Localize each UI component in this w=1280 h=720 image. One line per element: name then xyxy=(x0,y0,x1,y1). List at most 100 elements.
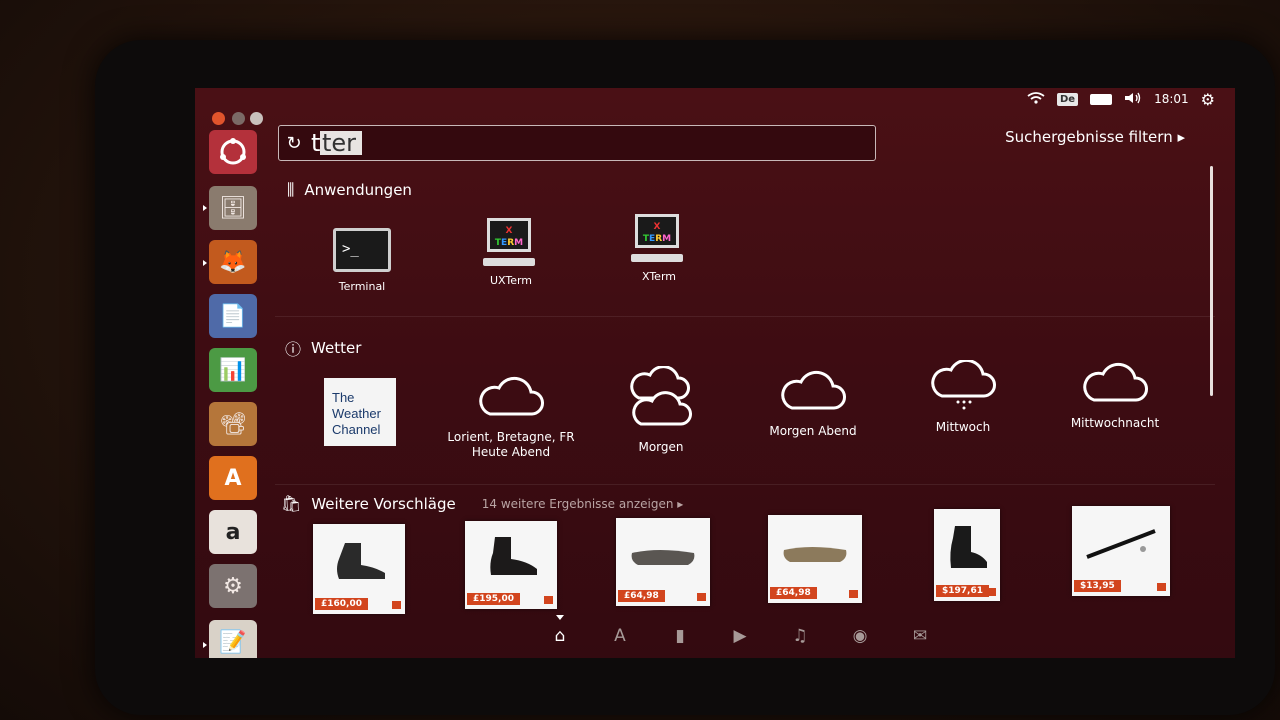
keyboard-layout-indicator[interactable]: De xyxy=(1056,92,1079,106)
search-box[interactable]: ↻ ter xyxy=(278,125,876,161)
price-tag: £64,98 xyxy=(618,590,665,602)
cloud-icon xyxy=(748,364,878,414)
screen: De 18:01 ⚙ 🗄 🦊 📄 📊 📽 A a ⚙ 📝 ↻ ter Suche… xyxy=(195,88,1235,658)
shoe-image xyxy=(313,524,405,598)
weather-label: Morgen Abend xyxy=(769,424,857,438)
app-result[interactable]: X TERM UXTerm xyxy=(456,218,566,287)
bag-icon xyxy=(849,590,858,598)
filter-results-button[interactable]: Suchergebnisse filtern ▸ xyxy=(1005,128,1185,146)
wifi-icon[interactable] xyxy=(1027,91,1045,107)
product-result[interactable]: £195,00 xyxy=(465,521,557,609)
amazon-launcher-icon[interactable]: a xyxy=(209,510,257,554)
bag-icon xyxy=(544,596,553,604)
more-results-link[interactable]: 14 weitere Ergebnisse anzeigen ▸ xyxy=(482,497,684,511)
app-result[interactable]: >_ Terminal xyxy=(307,228,417,293)
product-result[interactable]: £64,98 xyxy=(768,515,862,603)
window-minimize-button[interactable] xyxy=(232,112,245,125)
dash-home-button[interactable] xyxy=(209,130,257,174)
files-launcher-icon[interactable]: 🗄 xyxy=(209,186,257,230)
section-divider xyxy=(275,316,1215,317)
cloud-icon xyxy=(446,370,576,420)
section-header-applications[interactable]: ⫼ Anwendungen xyxy=(287,180,412,200)
clock[interactable]: 18:01 xyxy=(1154,92,1189,106)
applications-lens-icon[interactable]: A xyxy=(605,626,635,646)
bag-icon xyxy=(1157,583,1166,591)
bag-icon xyxy=(392,601,401,609)
weather-result[interactable]: Morgen xyxy=(596,366,726,455)
top-panel: De 18:01 ⚙ xyxy=(1027,88,1235,110)
battery-icon[interactable] xyxy=(1090,93,1113,105)
shoe-image xyxy=(934,509,1000,585)
running-indicator xyxy=(203,642,207,648)
gear-icon[interactable]: ⚙ xyxy=(1201,90,1215,109)
cloud-icon xyxy=(1050,356,1180,406)
product-result[interactable]: £64,98 xyxy=(616,518,710,606)
shoe-image xyxy=(465,521,557,593)
window-maximize-button[interactable] xyxy=(250,112,263,125)
section-header-weather[interactable]: ⓘ Wetter xyxy=(285,336,361,360)
lens-bar: ⌂ A ▮ ▶ ♫ ◉ ✉ xyxy=(545,618,945,654)
snow-cloud-icon xyxy=(898,360,1028,410)
software-center-launcher-icon[interactable]: A xyxy=(209,456,257,500)
settings-launcher-icon[interactable]: ⚙ xyxy=(209,564,257,608)
weather-label: Mittwochnacht xyxy=(1070,416,1160,430)
product-result[interactable]: $13,95 xyxy=(1072,506,1170,596)
price-tag: $13,95 xyxy=(1074,580,1121,592)
section-title: Weitere Vorschläge xyxy=(311,494,456,513)
weather-label: Morgen xyxy=(638,440,684,454)
photos-lens-icon[interactable]: ◉ xyxy=(845,626,875,646)
applications-icon: ⫼ xyxy=(287,180,295,199)
text-editor-launcher-icon[interactable]: 📝 xyxy=(209,620,257,658)
music-lens-icon[interactable]: ♫ xyxy=(785,626,815,646)
clouds-icon xyxy=(596,366,726,430)
weather-provider[interactable]: The Weather Channel xyxy=(295,378,425,456)
xterm-icon: X TERM xyxy=(483,218,539,266)
price-tag: £64,98 xyxy=(770,587,817,599)
bag-icon xyxy=(987,588,996,596)
weather-result[interactable]: Lorient, Bretagne, FR Heute Abend xyxy=(446,370,576,460)
running-indicator xyxy=(203,205,207,211)
price-tag: £160,00 xyxy=(315,598,368,610)
price-tag: $197,61 xyxy=(936,585,989,597)
app-label: Terminal xyxy=(338,280,386,293)
social-lens-icon[interactable]: ✉ xyxy=(905,626,935,646)
search-input[interactable] xyxy=(309,128,833,158)
impress-launcher-icon[interactable]: 📽 xyxy=(209,402,257,446)
app-label: UXTerm xyxy=(489,274,533,287)
shopping-bag-icon: 🛍 xyxy=(281,494,302,513)
window-close-button[interactable] xyxy=(212,112,225,125)
weather-result[interactable]: Mittwoch xyxy=(898,360,1028,435)
app-label: XTerm xyxy=(641,270,676,283)
calc-launcher-icon[interactable]: 📊 xyxy=(209,348,257,392)
firefox-launcher-icon[interactable]: 🦊 xyxy=(209,240,257,284)
home-lens-icon[interactable]: ⌂ xyxy=(545,626,575,646)
launcher: 🗄 🦊 📄 📊 📽 A a ⚙ 📝 xyxy=(203,130,263,658)
shoe-image xyxy=(616,518,710,590)
weather-sublabel: Heute Abend xyxy=(471,445,551,459)
search-spinner-icon: ↻ xyxy=(286,132,302,154)
weather-result[interactable]: Mittwochnacht xyxy=(1050,356,1180,431)
price-tag: £195,00 xyxy=(467,593,520,605)
running-indicator xyxy=(203,260,207,266)
files-lens-icon[interactable]: ▮ xyxy=(665,626,695,646)
app-result[interactable]: X TERM XTerm xyxy=(604,214,714,283)
product-result[interactable]: £160,00 xyxy=(313,524,405,614)
section-header-suggestions[interactable]: 🛍 Weitere Vorschläge 14 weitere Ergebnis… xyxy=(281,494,683,513)
shoe-image xyxy=(768,515,862,587)
terminal-icon: >_ xyxy=(333,228,391,272)
xterm-icon: X TERM xyxy=(631,214,687,262)
weather-label: Mittwoch xyxy=(935,420,991,434)
weather-result[interactable]: Morgen Abend xyxy=(748,364,878,439)
section-divider xyxy=(275,484,1215,485)
section-title: Wetter xyxy=(311,339,362,357)
bag-icon xyxy=(697,593,706,601)
video-lens-icon[interactable]: ▶ xyxy=(725,626,755,646)
scrollbar[interactable] xyxy=(1210,166,1213,396)
product-result[interactable]: $197,61 xyxy=(934,509,1000,601)
search-query-selection: ter xyxy=(320,131,362,155)
info-icon: ⓘ xyxy=(285,340,302,359)
writer-launcher-icon[interactable]: 📄 xyxy=(209,294,257,338)
section-title: Anwendungen xyxy=(304,181,412,199)
product-image xyxy=(1072,506,1170,580)
volume-icon[interactable] xyxy=(1124,92,1142,107)
